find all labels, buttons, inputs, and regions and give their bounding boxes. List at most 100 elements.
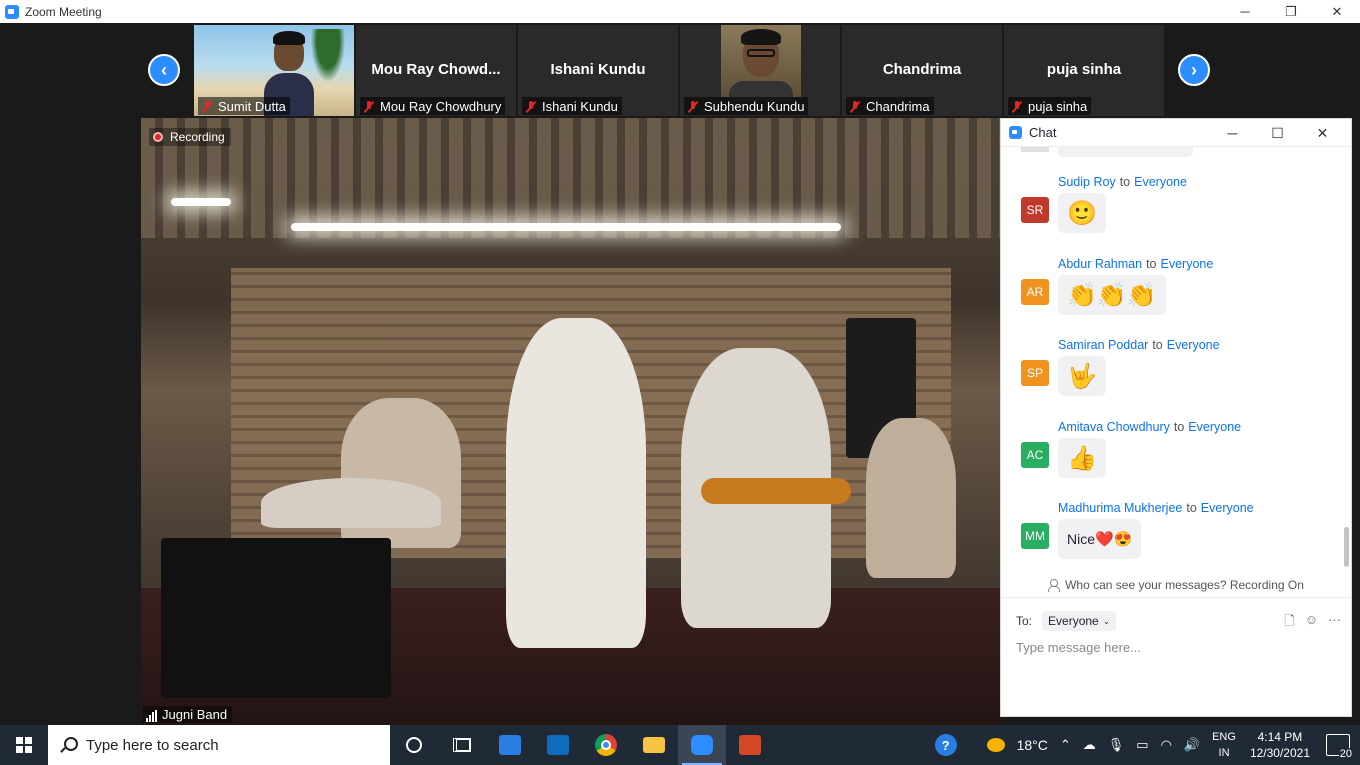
weather-icon[interactable] <box>986 738 1005 752</box>
chevron-right-icon: › <box>1191 59 1197 80</box>
scrollbar-thumb[interactable] <box>1344 527 1349 567</box>
language-indicator[interactable]: ENG IN <box>1212 729 1236 761</box>
chat-minimize-button[interactable]: ─ <box>1210 121 1255 145</box>
taskbar-clock[interactable]: 4:14 PM 12/30/2021 <box>1250 729 1310 761</box>
recipient-name[interactable]: Everyone <box>1201 501 1254 515</box>
system-tray: ? 18°C ⌃ ☁ 🎙 ▭ ◠ 🔊 ENG IN 4:14 PM 12/30/… <box>929 725 1360 765</box>
taskbar-outlook[interactable] <box>534 725 582 765</box>
participant-video <box>721 25 801 101</box>
gallery-prev-button[interactable]: ‹ <box>148 54 180 86</box>
to-word: to <box>1173 420 1185 434</box>
recipient-name[interactable]: Everyone <box>1134 175 1187 189</box>
to-word: to <box>1119 175 1131 189</box>
file-icon[interactable]: 🗋 <box>1284 612 1294 634</box>
participant-tile[interactable]: Sumit Dutta <box>194 25 354 116</box>
participant-tile[interactable]: puja sinha puja sinha <box>1004 25 1164 116</box>
participant-name: Subhendu Kundu <box>704 99 805 114</box>
recipient-row: To: Everyone ⌄ 🗋 ☺ ··· <box>1016 610 1341 632</box>
more-icon[interactable]: ··· <box>1328 612 1341 634</box>
message-bubble: 🤟 <box>1058 356 1106 396</box>
chat-window-controls: ─ ☐ ✕ <box>1210 121 1345 145</box>
wifi-icon[interactable]: ◠ <box>1161 737 1172 753</box>
message-sender-line: Sudip Roy to Everyone <box>1058 175 1187 189</box>
participant-tile[interactable]: Chandrima Chandrima <box>842 25 1002 116</box>
performer-figure <box>506 318 646 648</box>
message-input[interactable]: Type message here... <box>1016 640 1141 655</box>
chrome-icon <box>595 734 617 756</box>
taskbar-file-explorer[interactable] <box>630 725 678 765</box>
recipient-select[interactable]: Everyone ⌄ <box>1042 611 1117 631</box>
minimize-button[interactable]: ─ <box>1222 0 1268 23</box>
sender-name[interactable]: Abdur Rahman <box>1058 257 1142 271</box>
to-word: to <box>1146 257 1157 271</box>
chat-message: SR Sudip Roy to Everyone 🙂 <box>1001 175 1341 255</box>
participant-tile[interactable]: Mou Ray Chowd... Mou Ray Chowdhury <box>356 25 516 116</box>
taskbar-search[interactable]: Type here to search <box>48 725 390 765</box>
clock-time: 4:14 PM <box>1257 730 1303 744</box>
chat-message-list[interactable]: SR Sudip Roy to Everyone 🙂 AR Abdur Rahman… <box>1001 147 1341 573</box>
taskbar-mail[interactable] <box>486 725 534 765</box>
search-placeholder: Type here to search <box>86 736 219 754</box>
avatar: SR <box>1021 197 1049 223</box>
chevron-up-icon[interactable]: ⌃ <box>1060 737 1071 753</box>
message-bubble: Nice ❤️😍 <box>1058 519 1142 559</box>
sender-name[interactable]: Sudip Roy <box>1058 175 1116 189</box>
chat-maximize-button[interactable]: ☐ <box>1255 121 1300 145</box>
onedrive-icon[interactable]: ☁ <box>1083 737 1096 753</box>
mic-muted-icon <box>688 100 698 113</box>
taskbar-chrome[interactable] <box>582 725 630 765</box>
gallery-next-button[interactable]: › <box>1178 54 1210 86</box>
help-icon[interactable]: ? <box>934 734 957 756</box>
participant-display-name: Ishani Kundu <box>550 61 646 78</box>
participant-name: Chandrima <box>866 99 930 114</box>
volume-icon[interactable]: 🔊 <box>1184 737 1200 753</box>
participant-tile[interactable]: Subhendu Kundu <box>680 25 840 116</box>
microphone-icon[interactable]: 🎙 <box>1108 737 1125 753</box>
emoji-icon[interactable]: ☺ <box>1305 612 1318 634</box>
folder-icon <box>643 737 665 753</box>
music-stand <box>161 538 391 698</box>
close-button[interactable]: ✕ <box>1314 0 1360 23</box>
taskbar-zoom[interactable] <box>678 725 726 765</box>
start-button[interactable] <box>0 725 48 765</box>
restore-button[interactable]: ❐ <box>1268 0 1314 23</box>
chevron-left-icon: ‹ <box>161 59 167 80</box>
participant-display-name: puja sinha <box>1046 61 1122 78</box>
participant-name: Ishani Kundu <box>542 99 618 114</box>
zoom-app-icon <box>5 4 19 19</box>
recipient-name[interactable]: Everyone <box>1161 257 1214 271</box>
participant-name: Sumit Dutta <box>218 99 286 114</box>
signal-strength-icon <box>146 710 157 722</box>
sender-name[interactable]: Samiran Poddar <box>1058 338 1148 352</box>
message-sender-line: Amitava Chowdhury to Everyone <box>1058 420 1241 434</box>
window-titlebar: Zoom Meeting ─ ❐ ✕ <box>0 0 1360 23</box>
language-top: ENG <box>1212 731 1236 743</box>
taskbar-powerpoint[interactable] <box>726 725 774 765</box>
chat-privacy-note[interactable]: Who can see your messages? Recording On <box>1001 575 1351 595</box>
avatar: AR <box>1021 279 1049 305</box>
message-bubble: 👏👏👏 <box>1058 275 1166 315</box>
sender-name[interactable]: Madhurima Mukherjee <box>1058 501 1182 515</box>
recording-dot-icon <box>153 132 163 142</box>
performer-figure <box>866 418 956 578</box>
recipient-name[interactable]: Everyone <box>1188 420 1241 434</box>
chat-message: SP Samiran Poddar to Everyone 🤟 <box>1001 338 1341 418</box>
chat-close-button[interactable]: ✕ <box>1300 121 1345 145</box>
weather-temp[interactable]: 18°C <box>1017 737 1048 753</box>
to-word: to <box>1186 501 1197 515</box>
chat-scrollbar[interactable] <box>1343 149 1349 569</box>
window-controls: ─ ❐ ✕ <box>1222 0 1360 23</box>
sender-name[interactable]: Amitava Chowdhury <box>1058 420 1170 434</box>
speaker-label: Jugni Band <box>143 706 233 723</box>
battery-icon[interactable]: ▭ <box>1136 737 1148 753</box>
participant-label: Mou Ray Chowdhury <box>360 97 506 115</box>
divider <box>1001 597 1351 598</box>
recipient-name[interactable]: Everyone <box>1167 338 1220 352</box>
language-bottom: IN <box>1218 747 1230 759</box>
task-view-button[interactable] <box>438 725 486 765</box>
cortana-button[interactable] <box>390 725 438 765</box>
message-text: Nice <box>1067 531 1096 547</box>
participant-tile[interactable]: Ishani Kundu Ishani Kundu <box>518 25 678 116</box>
outlook-icon <box>547 735 569 755</box>
notification-center-button[interactable]: 20 <box>1326 734 1353 760</box>
